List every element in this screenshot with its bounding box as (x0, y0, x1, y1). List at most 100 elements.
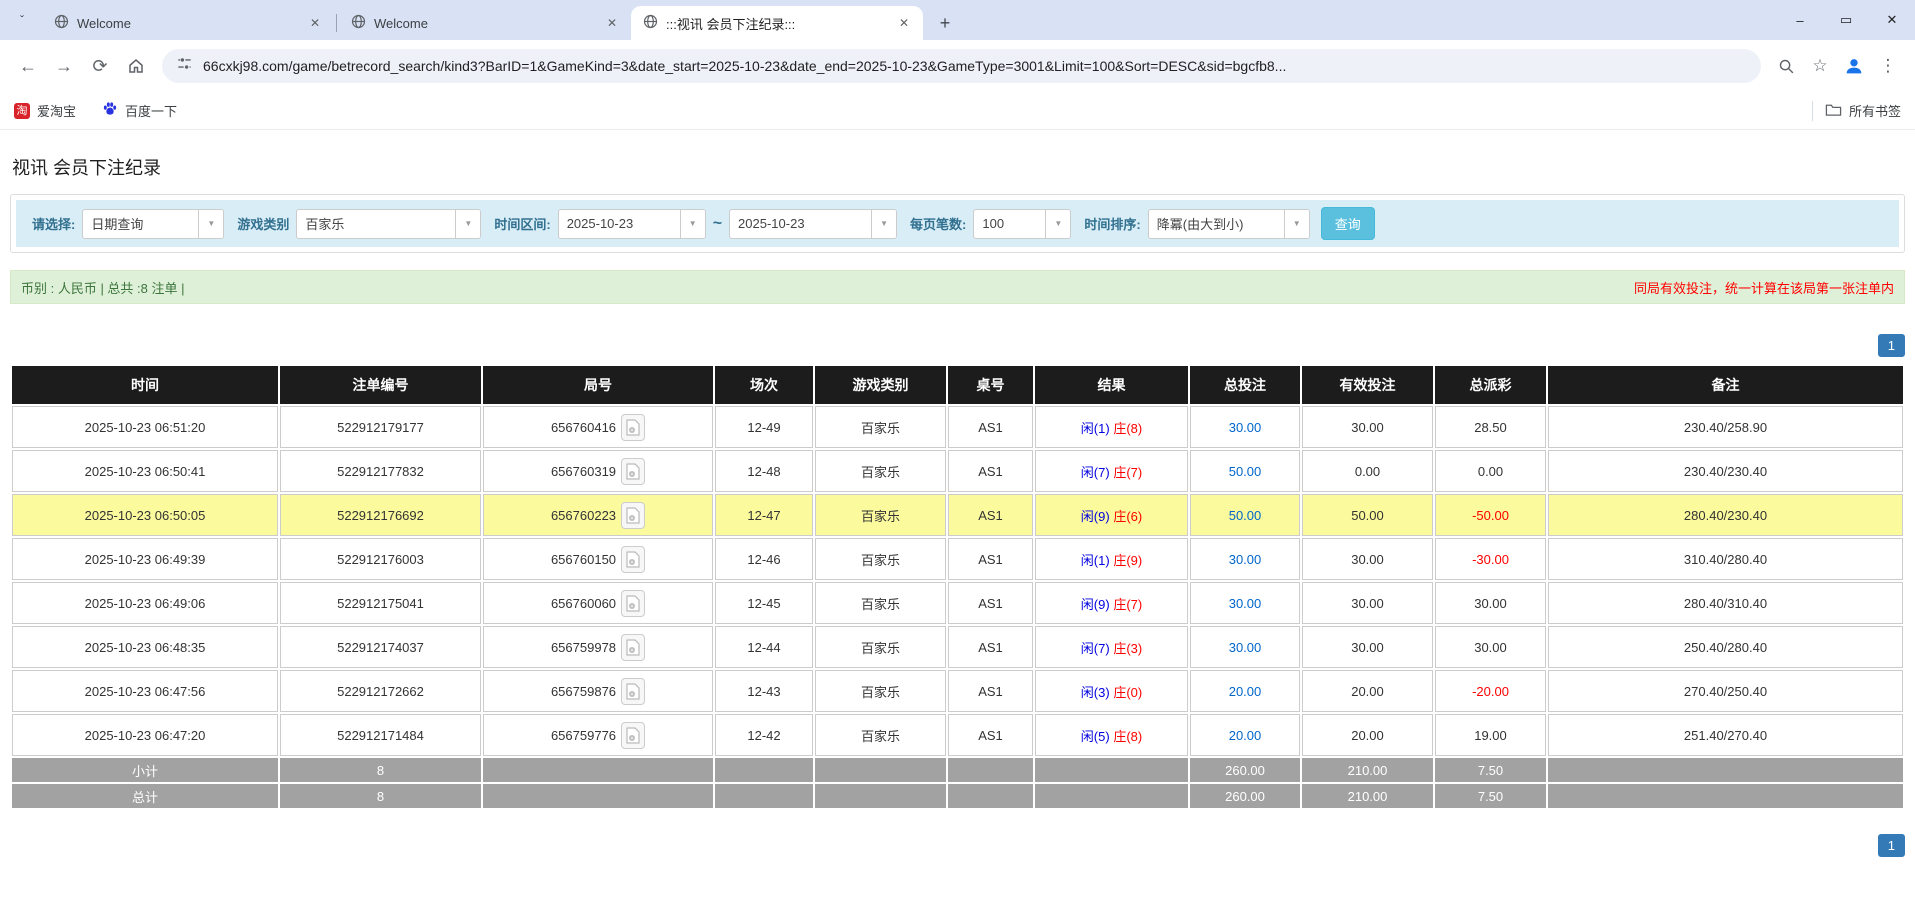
cell-total-bet[interactable]: 20.00 (1190, 714, 1300, 756)
chevron-down-icon: ▼ (679, 209, 705, 238)
search-button[interactable]: 查询 (1320, 207, 1375, 240)
video-replay-icon[interactable] (621, 721, 646, 749)
tab-close-icon[interactable]: ✕ (306, 14, 324, 32)
tab-welcome-1[interactable]: Welcome ✕ (42, 6, 334, 40)
video-replay-icon[interactable] (621, 677, 646, 705)
date-end-select[interactable]: 2025-10-23 ▼ (729, 208, 898, 239)
cell-summary-count: 8 (280, 784, 481, 808)
browser-tab-strip: ˇ Welcome ✕ Welcome ✕ :::视讯 会员下注纪录::: ✕ … (0, 0, 1915, 40)
cell-total-bet[interactable]: 50.00 (1190, 494, 1300, 536)
cell-result: 闲(9) 庄(7) (1035, 582, 1188, 624)
window-close-icon[interactable]: ✕ (1869, 0, 1915, 40)
video-replay-icon[interactable] (621, 589, 646, 617)
tab-welcome-2[interactable]: Welcome ✕ (339, 6, 631, 40)
bet-row: 2025-10-23 06:47:20 522912171484 6567597… (12, 714, 1903, 756)
all-bookmarks-button[interactable]: 所有书签 (1825, 101, 1901, 120)
globe-icon (54, 14, 69, 32)
cell-summary-label: 小计 (12, 758, 278, 782)
page-1-button[interactable]: 1 (1877, 834, 1905, 857)
cell-total-bet[interactable]: 20.00 (1190, 670, 1300, 712)
url-text[interactable]: 66cxkj98.com/game/betrecord_search/kind3… (203, 58, 1286, 74)
cell-total-bet[interactable]: 30.00 (1190, 406, 1300, 448)
home-icon[interactable] (118, 48, 154, 84)
cell-table: AS1 (948, 670, 1033, 712)
cell-valid-bet: 50.00 (1302, 494, 1433, 536)
cell-session: 12-44 (715, 626, 813, 668)
cell-table: AS1 (948, 538, 1033, 580)
chevron-down-icon: ▼ (455, 209, 481, 238)
cell-note: 280.40/310.40 (1548, 582, 1903, 624)
cell-bet-id: 522912172662 (280, 670, 481, 712)
new-tab-button[interactable]: + (931, 9, 959, 37)
chevron-down-icon: ▼ (1045, 209, 1071, 238)
zoom-magnifier-icon[interactable] (1769, 49, 1803, 83)
video-replay-icon[interactable] (621, 633, 646, 661)
page-size-select[interactable]: 100 ▼ (973, 208, 1072, 239)
bet-table-body: 2025-10-23 06:51:20 522912179177 6567604… (12, 406, 1903, 808)
bookmark-baidu[interactable]: 百度一下 (102, 101, 177, 120)
cell-result: 闲(1) 庄(9) (1035, 538, 1188, 580)
cell-total-bet[interactable]: 30.00 (1190, 582, 1300, 624)
profile-avatar[interactable] (1837, 49, 1871, 83)
bet-row: 2025-10-23 06:50:05 522912176692 6567602… (12, 494, 1903, 536)
cell-game: 百家乐 (815, 406, 946, 448)
menu-dots-icon[interactable]: ⋮ (1871, 49, 1905, 83)
site-settings-icon[interactable] (176, 55, 193, 77)
baidu-paw-icon (102, 101, 118, 120)
cell-table: AS1 (948, 626, 1033, 668)
query-type-select[interactable]: 日期查询 ▼ (82, 208, 225, 239)
cell-table: AS1 (948, 406, 1033, 448)
tab-close-icon[interactable]: ✕ (895, 14, 913, 32)
column-header: 注单编号 (280, 366, 481, 404)
bookmark-star-icon[interactable]: ☆ (1803, 49, 1837, 83)
video-replay-icon[interactable] (621, 457, 646, 485)
cell-bet-id: 522912174037 (280, 626, 481, 668)
cell-note: 251.40/270.40 (1548, 714, 1903, 756)
cell-round: 656760150 (483, 538, 713, 580)
date-start-select[interactable]: 2025-10-23 ▼ (557, 208, 706, 239)
page-size-label: 每页笔数: (910, 217, 967, 232)
cell-result: 闲(7) 庄(3) (1035, 626, 1188, 668)
select-type-label: 请选择: (32, 217, 76, 232)
bet-row: 2025-10-23 06:49:39 522912176003 6567601… (12, 538, 1903, 580)
cell-session: 12-49 (715, 406, 813, 448)
cell-session: 12-46 (715, 538, 813, 580)
tab-title: Welcome (77, 15, 131, 31)
cell-total-bet[interactable]: 50.00 (1190, 450, 1300, 492)
window-maximize-icon[interactable]: ▭ (1823, 0, 1869, 40)
address-bar[interactable]: 66cxkj98.com/game/betrecord_search/kind3… (162, 49, 1761, 83)
cell-total-bet[interactable]: 30.00 (1190, 538, 1300, 580)
window-minimize-icon[interactable]: – (1777, 0, 1823, 40)
cell-payout: -30.00 (1435, 538, 1546, 580)
column-header: 时间 (12, 366, 278, 404)
back-icon[interactable]: ← (10, 48, 46, 84)
cell-summary-valid-bet: 210.00 (1302, 784, 1433, 808)
cell-payout: 19.00 (1435, 714, 1546, 756)
cell-note: 310.40/280.40 (1548, 538, 1903, 580)
column-header: 游戏类别 (815, 366, 946, 404)
sort-select[interactable]: 降冪(由大到小) ▼ (1147, 208, 1310, 239)
page-1-button[interactable]: 1 (1877, 334, 1905, 357)
tab-close-icon[interactable]: ✕ (603, 14, 621, 32)
cell-total-bet[interactable]: 30.00 (1190, 626, 1300, 668)
tab-bet-records-active[interactable]: :::视讯 会员下注纪录::: ✕ (631, 6, 923, 40)
date-range-tilde: ~ (712, 214, 723, 232)
game-type-select[interactable]: 百家乐 ▼ (296, 208, 482, 239)
bookmark-label: 百度一下 (125, 104, 178, 119)
bookmark-label: 爱淘宝 (37, 104, 77, 119)
cell-note: 270.40/250.40 (1548, 670, 1903, 712)
cell-round: 656760319 (483, 450, 713, 492)
reload-icon[interactable]: ⟳ (82, 48, 118, 84)
video-replay-icon[interactable] (621, 501, 646, 529)
game-type-label: 游戏类别 (237, 217, 290, 232)
column-header: 桌号 (948, 366, 1033, 404)
cell-note: 230.40/230.40 (1548, 450, 1903, 492)
forward-icon[interactable]: → (46, 48, 82, 84)
tab-search-chevron-icon[interactable]: ˇ (8, 6, 36, 34)
cell-table: AS1 (948, 714, 1033, 756)
cell-game: 百家乐 (815, 494, 946, 536)
bookmark-aitaobao[interactable]: 淘 爱淘宝 (14, 101, 76, 120)
video-replay-icon[interactable] (621, 413, 646, 441)
video-replay-icon[interactable] (621, 545, 646, 573)
cell-valid-bet: 30.00 (1302, 538, 1433, 580)
